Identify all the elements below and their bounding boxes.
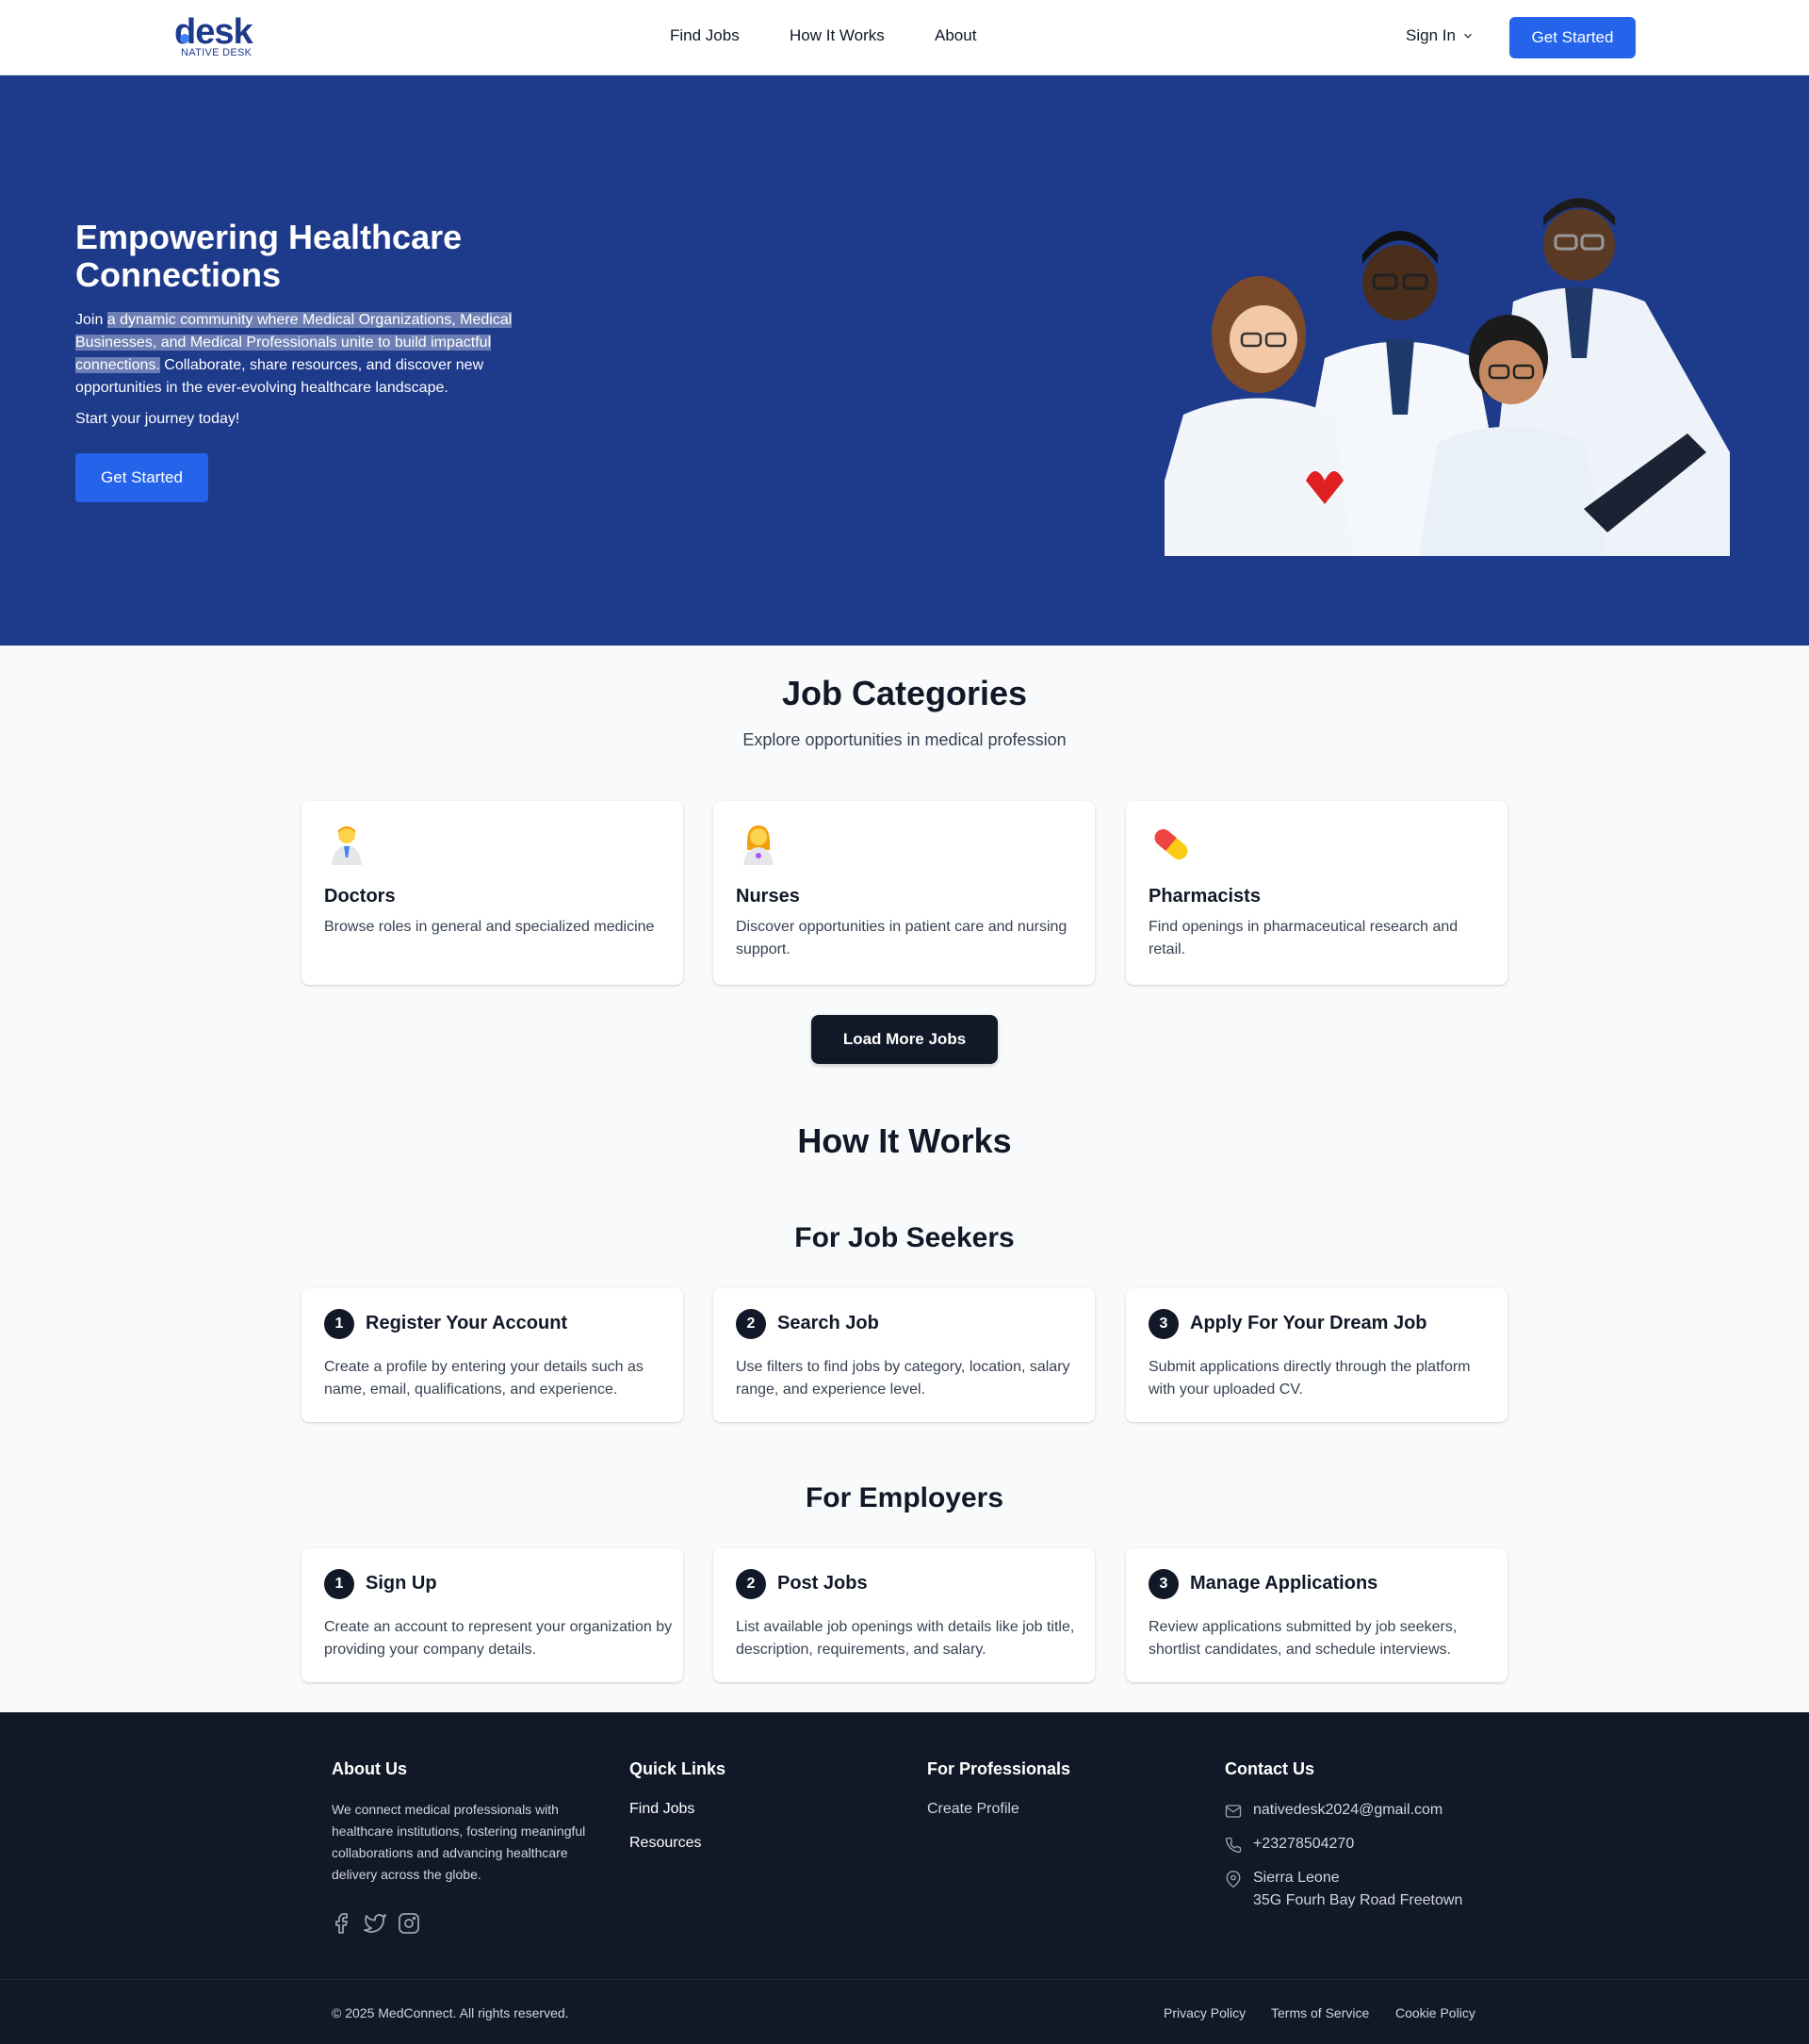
chevron-down-icon [1464,33,1472,39]
footer-copyright: © 2025 MedConnect. All rights reserved. [332,2005,569,2020]
footer-professionals-heading: For Professionals [927,1759,1071,1778]
phone-icon [1225,1837,1242,1854]
step-title: Register Your Account [366,1313,568,1333]
footer-about-text: We connect medical professionals with he… [332,1802,586,1882]
step-title: Search Job [777,1313,879,1333]
step-number-badge: 1 [324,1569,354,1599]
hero-journey-text: Start your journey today! [75,411,240,427]
hero-get-started-button[interactable]: Get Started [75,453,208,502]
category-description: Discover opportunities in patient care a… [736,919,1067,957]
step-title: Manage Applications [1190,1573,1378,1594]
seeker-step-card: 2 Search Job Use filters to find jobs by… [713,1288,1095,1422]
job-seekers-title: For Job Seekers [794,1222,1015,1253]
logo-wordmark: desk [174,12,253,52]
pill-emoji-icon [1154,828,1188,860]
sign-in-dropdown[interactable]: Sign In [1406,26,1475,45]
logo[interactable]: desk NATIVE DESK [174,13,269,58]
logo-dot [180,34,189,43]
footer-divider [0,1979,1809,1980]
footer-address-street: 35G Fourh Bay Road Freetown [1253,1892,1463,1908]
nav-link-find-jobs[interactable]: Find Jobs [670,26,740,45]
doctor-emoji-icon [332,826,362,865]
footer-phone[interactable]: +23278504270 [1253,1833,1354,1856]
nav-link-how-it-works[interactable]: How It Works [790,26,885,45]
employer-step-card: 1 Sign Up Create an account to represent… [302,1548,683,1682]
footer-contact-heading: Contact Us [1225,1759,1315,1778]
sign-in-label: Sign In [1406,26,1456,44]
mail-icon [1225,1805,1242,1818]
step-description: List available job openings with details… [736,1619,1075,1658]
doctors-illustration [1165,198,1730,556]
step-description: Use filters to find jobs by category, lo… [736,1359,1070,1398]
seeker-step-card: 1 Register Your Account Create a profile… [302,1288,683,1422]
footer-email[interactable]: nativedesk2024@gmail.com [1253,1799,1442,1822]
category-card-doctors[interactable]: Doctors Browse roles in general and spec… [302,801,683,985]
map-pin-icon [1226,1871,1241,1888]
instagram-icon[interactable] [398,1912,420,1935]
footer: About Us We connect medical professional… [0,1712,1809,2044]
step-number-badge: 3 [1149,1569,1179,1599]
hero-desc-start: Join [75,312,107,328]
employer-step-card: 2 Post Jobs List available job openings … [713,1548,1095,1682]
hero-description: Join a dynamic community where Medical O… [75,309,537,400]
step-title: Apply For Your Dream Job [1190,1313,1427,1333]
job-categories-title: Job Categories [781,674,1028,712]
nurse-emoji-icon [743,826,774,865]
hero-section: Empowering Healthcare Connections Join a… [0,75,1809,646]
footer-cookie-policy-link[interactable]: Cookie Policy [1395,2005,1475,2020]
footer-link-resources[interactable]: Resources [629,1835,701,1852]
step-number-badge: 2 [736,1309,766,1339]
twitter-icon[interactable] [364,1912,386,1935]
logo-subtitle: NATIVE DESK [181,47,253,58]
footer-link-create-profile[interactable]: Create Profile [927,1801,1019,1818]
step-description: Submit applications directly through the… [1149,1359,1471,1398]
nav-link-about[interactable]: About [935,26,976,45]
step-title: Sign Up [366,1573,437,1594]
facebook-icon[interactable] [330,1912,352,1935]
category-description: Find openings in pharmaceutical research… [1149,919,1459,957]
step-description: Review applications submitted by job see… [1149,1619,1458,1658]
footer-address-country: Sierra Leone [1253,1870,1340,1886]
step-number-badge: 3 [1149,1309,1179,1339]
load-more-jobs-button[interactable]: Load More Jobs [811,1015,998,1064]
category-title: Doctors [324,886,396,907]
footer-about-heading: About Us [332,1759,407,1778]
footer-terms-link[interactable]: Terms of Service [1271,2005,1369,2020]
step-title: Post Jobs [777,1573,868,1594]
employers-title: For Employers [805,1482,1004,1513]
category-title: Nurses [736,886,800,907]
category-description: Browse roles in general and specialized … [324,919,655,935]
step-number-badge: 1 [324,1309,354,1339]
top-navbar: desk NATIVE DESK Find Jobs How It Works … [0,0,1809,75]
footer-quick-links-heading: Quick Links [629,1759,726,1778]
seeker-step-card: 3 Apply For Your Dream Job Submit applic… [1126,1288,1508,1422]
category-card-nurses[interactable]: Nurses Discover opportunities in patient… [713,801,1095,985]
footer-link-find-jobs[interactable]: Find Jobs [629,1801,694,1818]
step-description: Create a profile by entering your detail… [324,1359,644,1398]
job-categories-subtitle: Explore opportunities in medical profess… [742,730,1067,749]
category-title: Pharmacists [1149,886,1261,907]
category-card-pharmacists[interactable]: Pharmacists Find openings in pharmaceuti… [1126,801,1508,985]
step-number-badge: 2 [736,1569,766,1599]
hero-title: Empowering Healthcare Connections [75,218,463,294]
step-description: Create an account to represent your orga… [324,1619,673,1658]
footer-privacy-policy-link[interactable]: Privacy Policy [1164,2005,1246,2020]
nav-get-started-button[interactable]: Get Started [1509,17,1636,58]
how-it-works-title: How It Works [797,1121,1012,1160]
employer-step-card: 3 Manage Applications Review application… [1126,1548,1508,1682]
